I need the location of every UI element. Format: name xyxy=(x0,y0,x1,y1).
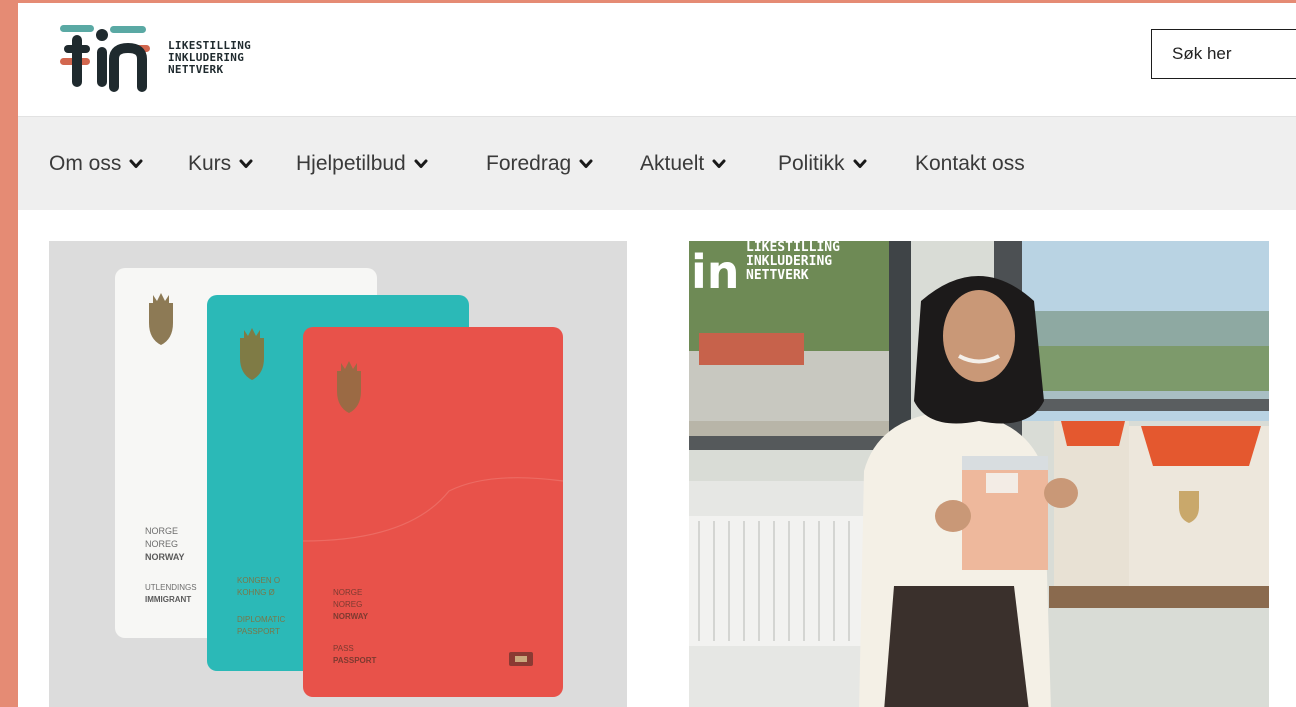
nav-item-politikk[interactable]: Politikk xyxy=(778,150,867,178)
nav-item-kontakt-oss[interactable]: Kontakt oss xyxy=(915,150,1025,178)
watermark-line: NETTVERK xyxy=(746,268,809,283)
logo-wordmark: LIKESTILLING INKLUDERING NETTVERK xyxy=(168,40,251,76)
passport-text: NORGE xyxy=(333,588,362,597)
nav-item-label: Foredrag xyxy=(486,152,572,175)
chevron-down-icon xyxy=(712,159,726,168)
passport-text: KONGEN O xyxy=(237,576,280,585)
site-logo[interactable]: LIKESTILLING INKLUDERING NETTVERK xyxy=(58,21,268,95)
nav-item-label: Aktuelt xyxy=(640,152,705,175)
nav-item-label: Kurs xyxy=(188,152,232,175)
chevron-down-icon xyxy=(414,159,428,168)
watermark-logo: in LIKESTILLING INKLUDERING NETTVERK xyxy=(691,241,881,301)
passport-text: PASSPORT xyxy=(237,627,280,636)
nav-item-label: Hjelpetilbud xyxy=(296,152,406,175)
passport-chip-icon xyxy=(509,652,533,666)
page: LIKESTILLING INKLUDERING NETTVERK Om oss… xyxy=(18,3,1296,707)
main-nav: Om oss Kurs Hjelpetilbud Foredrag Aktuel… xyxy=(18,116,1296,210)
nav-item-kurs[interactable]: Kurs xyxy=(188,150,253,178)
chevron-down-icon xyxy=(129,159,143,168)
passports-image: NORGE NOREG NORWAY UTLENDINGS IMMIGRANT … xyxy=(49,241,627,707)
article-card-photo[interactable]: in LIKESTILLING INKLUDERING NETTVERK xyxy=(689,241,1269,707)
chevron-down-icon xyxy=(579,159,593,168)
nav-item-label: Om oss xyxy=(49,152,122,175)
passport-text: IMMIGRANT xyxy=(145,595,191,604)
passport-text: NOREG xyxy=(333,600,362,609)
passport-text: KOHNG Ø xyxy=(237,588,275,597)
nav-item-om-oss[interactable]: Om oss xyxy=(49,150,143,178)
chevron-down-icon xyxy=(239,159,253,168)
passport-text: NOREG xyxy=(145,539,178,549)
passport-text: PASS xyxy=(333,644,354,653)
tin-logo-mark-icon xyxy=(60,25,150,92)
nav-item-label: Politikk xyxy=(778,152,845,175)
article-card-passports[interactable]: NORGE NOREG NORWAY UTLENDINGS IMMIGRANT … xyxy=(49,241,627,707)
nav-item-aktuelt[interactable]: Aktuelt xyxy=(640,150,726,178)
nav-item-foredrag[interactable]: Foredrag xyxy=(486,150,593,178)
nav-item-hjelpetilbud[interactable]: Hjelpetilbud xyxy=(296,150,428,178)
search-input[interactable] xyxy=(1151,29,1296,79)
logo-line: NETTVERK xyxy=(168,63,224,76)
passport-text: PASSPORT xyxy=(333,656,377,665)
passport-text: NORGE xyxy=(145,526,178,536)
nav-item-label: Kontakt oss xyxy=(915,152,1025,175)
watermark-mark: in xyxy=(691,245,740,299)
passport-text: NORWAY xyxy=(145,552,185,562)
woman-holding-envelope-photo xyxy=(689,241,1269,707)
chevron-down-icon xyxy=(853,159,867,168)
watermark-line: INKLUDERING xyxy=(746,254,833,269)
passport-text: DIPLOMATIC xyxy=(237,615,286,624)
site-header: LIKESTILLING INKLUDERING NETTVERK xyxy=(18,3,1296,116)
watermark-wordmark: LIKESTILLING INKLUDERING NETTVERK xyxy=(746,241,840,283)
passport-text: UTLENDINGS xyxy=(145,583,197,592)
watermark-line: LIKESTILLING xyxy=(746,241,840,255)
passport-text: NORWAY xyxy=(333,612,369,621)
